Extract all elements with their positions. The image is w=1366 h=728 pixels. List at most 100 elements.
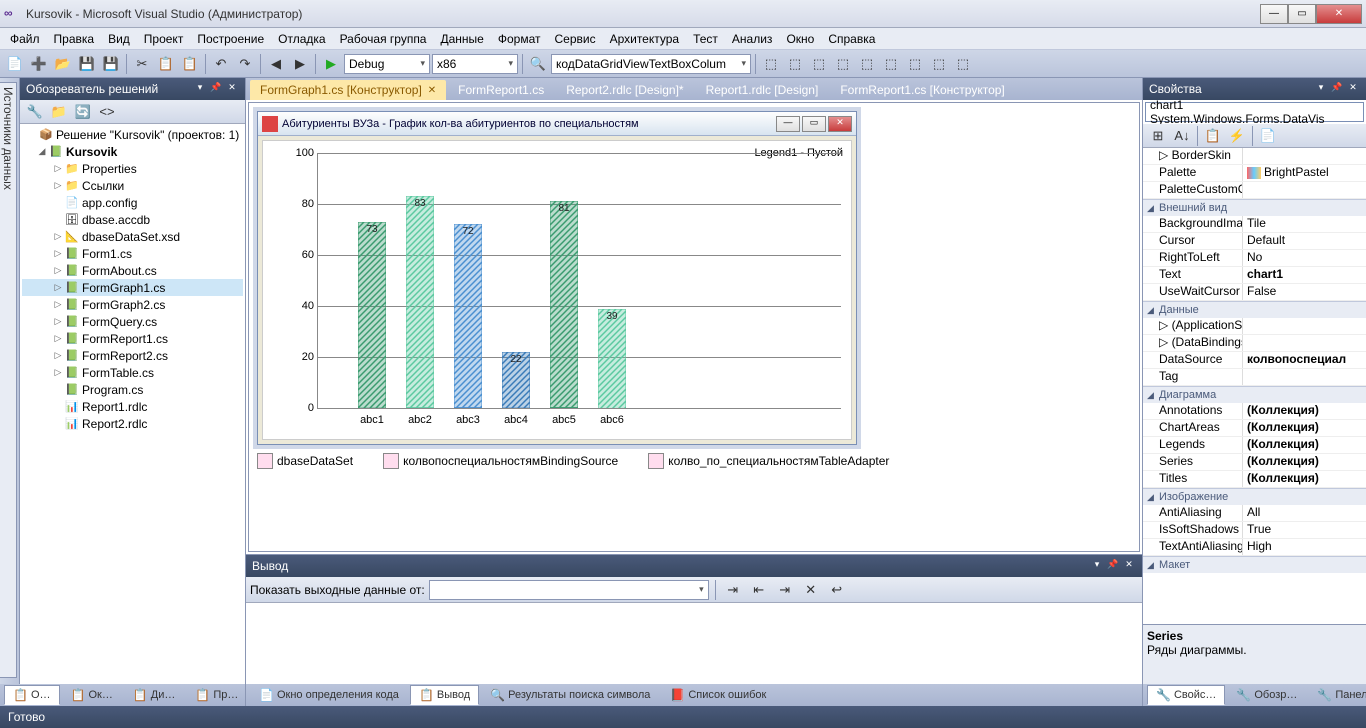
output-body[interactable]: [246, 603, 1142, 684]
code-icon[interactable]: <>: [96, 101, 118, 123]
save-icon[interactable]: 💾: [76, 53, 98, 75]
menu-Правка[interactable]: Правка: [48, 30, 101, 48]
pin-icon[interactable]: 📌: [209, 82, 223, 96]
component-item[interactable]: колвопоспециальностямBindingSource: [383, 453, 618, 469]
events-icon[interactable]: ⚡: [1226, 125, 1248, 147]
maximize-button[interactable]: ▭: [1288, 4, 1316, 24]
tree-item[interactable]: 📗Program.cs: [22, 381, 243, 398]
nav-back-icon[interactable]: ◀: [265, 53, 287, 75]
tree-item[interactable]: 🗄dbase.accdb: [22, 211, 243, 228]
property-row[interactable]: Textchart1: [1143, 267, 1366, 284]
menu-Анализ[interactable]: Анализ: [726, 30, 779, 48]
close-icon[interactable]: ✕: [225, 82, 239, 96]
close-button[interactable]: ✕: [1316, 4, 1362, 24]
component-item[interactable]: dbaseDataSet: [257, 453, 353, 469]
tree-item[interactable]: ▷📁Ссылки: [22, 177, 243, 194]
undo-icon[interactable]: ↶: [210, 53, 232, 75]
menu-Тест[interactable]: Тест: [687, 30, 724, 48]
tool-icon[interactable]: ⬚: [832, 53, 854, 75]
nav-fwd-icon[interactable]: ▶: [289, 53, 311, 75]
component-item[interactable]: колво_по_специальностямTableAdapter: [648, 453, 889, 469]
platform-dropdown[interactable]: x86: [432, 54, 518, 74]
open-icon[interactable]: 📂: [52, 53, 74, 75]
property-category[interactable]: ◢Данные: [1143, 301, 1366, 318]
dropdown-icon[interactable]: ▾: [1090, 559, 1104, 573]
menu-Построение[interactable]: Построение: [191, 30, 270, 48]
menu-Вид[interactable]: Вид: [102, 30, 136, 48]
add-item-icon[interactable]: ➕: [28, 53, 50, 75]
tool-icon[interactable]: ⬚: [928, 53, 950, 75]
menu-Отладка[interactable]: Отладка: [272, 30, 331, 48]
tree-item[interactable]: ▷📗FormGraph1.cs: [22, 279, 243, 296]
save-all-icon[interactable]: 💾: [100, 53, 122, 75]
close-tab-icon[interactable]: ✕: [428, 85, 436, 96]
document-tab[interactable]: FormReport1.cs [Конструктор]: [830, 80, 1014, 100]
property-category[interactable]: ◢Макет: [1143, 556, 1366, 573]
datasources-tab[interactable]: Источники данных: [0, 82, 17, 678]
pin-icon[interactable]: 📌: [1106, 559, 1120, 573]
property-row[interactable]: AntiAliasingAll: [1143, 505, 1366, 522]
find-icon[interactable]: 🔍: [527, 53, 549, 75]
panel-tab[interactable]: 🔍Результаты поиска символа: [481, 685, 659, 705]
form-close-button[interactable]: ✕: [828, 116, 852, 132]
property-category[interactable]: ◢Диаграмма: [1143, 386, 1366, 403]
config-dropdown[interactable]: Debug: [344, 54, 430, 74]
document-tab[interactable]: Report2.rdlc [Design]*: [556, 80, 693, 100]
design-form-window[interactable]: Абитуриенты ВУЗа - График кол-ва абитури…: [257, 111, 857, 445]
property-row[interactable]: Annotations(Коллекция): [1143, 403, 1366, 420]
form-designer[interactable]: Абитуриенты ВУЗа - График кол-ва абитури…: [248, 102, 1140, 552]
tree-item[interactable]: 📄app.config: [22, 194, 243, 211]
property-row[interactable]: ChartAreas(Коллекция): [1143, 420, 1366, 437]
tree-item[interactable]: 📊Report1.rdlc: [22, 398, 243, 415]
tool-icon[interactable]: ⬚: [952, 53, 974, 75]
panel-tab[interactable]: 📋Вывод: [410, 685, 479, 705]
tool-icon[interactable]: ⬚: [808, 53, 830, 75]
goto-icon[interactable]: ⇥: [722, 579, 744, 601]
clear-icon[interactable]: ✕: [800, 579, 822, 601]
property-row[interactable]: UseWaitCursorFalse: [1143, 284, 1366, 301]
property-row[interactable]: ▷ (DataBindings): [1143, 335, 1366, 352]
panel-tab[interactable]: 🔧Панел…: [1308, 685, 1366, 705]
form-maximize-button[interactable]: ▭: [802, 116, 826, 132]
props-object-selector[interactable]: chart1 System.Windows.Forms.DataVis: [1145, 102, 1364, 122]
properties-icon[interactable]: 📋: [1202, 125, 1224, 147]
panel-tab[interactable]: 📋Пр…: [186, 685, 247, 705]
property-row[interactable]: IsSoftShadowsTrue: [1143, 522, 1366, 539]
refresh-icon[interactable]: 🔄: [72, 101, 94, 123]
redo-icon[interactable]: ↷: [234, 53, 256, 75]
close-icon[interactable]: ✕: [1122, 559, 1136, 573]
tree-item[interactable]: 📊Report2.rdlc: [22, 415, 243, 432]
menu-Рабочая группа[interactable]: Рабочая группа: [334, 30, 433, 48]
copy-icon[interactable]: 📋: [155, 53, 177, 75]
tool-icon[interactable]: ⬚: [784, 53, 806, 75]
panel-tab[interactable]: 🔧Обозр…: [1227, 685, 1306, 705]
start-icon[interactable]: ▶: [320, 53, 342, 75]
property-row[interactable]: PaletteBrightPastel: [1143, 165, 1366, 182]
menu-Архитектура[interactable]: Архитектура: [604, 30, 686, 48]
tree-item[interactable]: ▷📗FormReport1.cs: [22, 330, 243, 347]
tree-item[interactable]: ▷📗FormTable.cs: [22, 364, 243, 381]
panel-tab[interactable]: 📋О…: [4, 685, 60, 705]
tree-item[interactable]: ▷📗FormQuery.cs: [22, 313, 243, 330]
cut-icon[interactable]: ✂: [131, 53, 153, 75]
dropdown-icon[interactable]: ▾: [1314, 82, 1328, 96]
property-row[interactable]: TextAntiAliasingHigh: [1143, 539, 1366, 556]
properties-icon[interactable]: 🔧: [24, 101, 46, 123]
tree-item[interactable]: ▷📗Form1.cs: [22, 245, 243, 262]
tree-item[interactable]: ▷📗FormAbout.cs: [22, 262, 243, 279]
project-node[interactable]: ◢📗Kursovik: [22, 143, 243, 160]
document-tab[interactable]: FormGraph1.cs [Конструктор]✕: [250, 80, 446, 100]
property-pages-icon[interactable]: 📄: [1257, 125, 1279, 147]
property-row[interactable]: Series(Коллекция): [1143, 454, 1366, 471]
output-source-dropdown[interactable]: [429, 580, 709, 600]
alphabetical-icon[interactable]: A↓: [1171, 125, 1193, 147]
paste-icon[interactable]: 📋: [179, 53, 201, 75]
property-grid[interactable]: ▷ BorderSkinPaletteBrightPastelPaletteCu…: [1143, 148, 1366, 624]
categorized-icon[interactable]: ⊞: [1147, 125, 1169, 147]
property-row[interactable]: ▷ (ApplicationSett: [1143, 318, 1366, 335]
menu-Справка[interactable]: Справка: [822, 30, 881, 48]
menu-Файл[interactable]: Файл: [4, 30, 46, 48]
property-category[interactable]: ◢Внешний вид: [1143, 199, 1366, 216]
menu-Проект[interactable]: Проект: [138, 30, 190, 48]
minimize-button[interactable]: —: [1260, 4, 1288, 24]
